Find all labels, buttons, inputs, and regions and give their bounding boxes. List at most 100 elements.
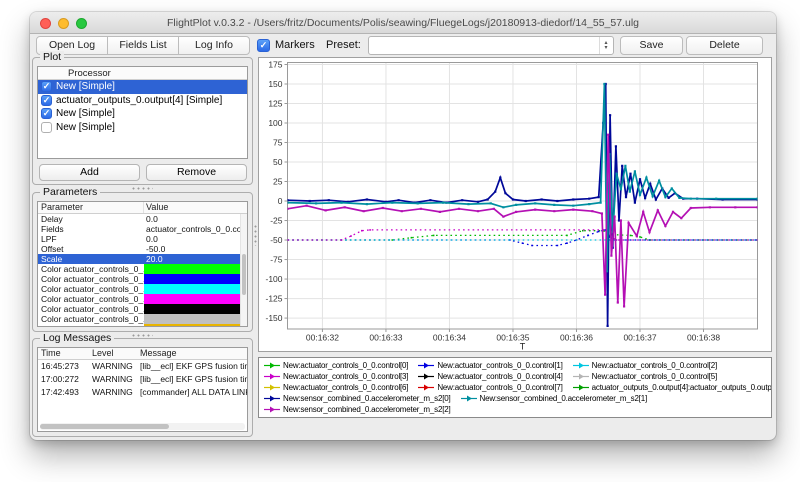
svg-text:-75: -75 <box>270 254 283 264</box>
message-column-header[interactable]: Message <box>140 348 247 359</box>
parameters-table: Parameter Value Delay0.0Fieldsactuator_c… <box>37 201 248 327</box>
parameter-name: Color actuator_controls_0_... <box>38 264 144 274</box>
log-table-header[interactable]: Time Level Message <box>38 348 247 360</box>
plot-list-column-header[interactable]: Processor <box>38 67 247 80</box>
parameters-table-header[interactable]: Parameter Value <box>38 202 247 214</box>
legend-entry-label: New:actuator_controls_0_0.control[5] <box>592 372 717 381</box>
parameter-row[interactable]: Color actuator_controls_0_... <box>38 304 247 314</box>
chart-plot[interactable]: 1751501251007550250-25-50-75-100-125-150… <box>259 58 771 351</box>
svg-text:00:16:33: 00:16:33 <box>369 333 402 343</box>
legend-marker-icon <box>264 383 280 392</box>
parameter-value: actuator_controls_0_0.con... <box>144 224 247 234</box>
preset-combobox[interactable]: ▴ ▾ <box>368 36 614 55</box>
plot-item-checkbox[interactable]: ✓ <box>41 108 52 119</box>
plot-item-label: New [Simple] <box>56 122 115 133</box>
log-info-button[interactable]: Log Info <box>178 36 250 55</box>
legend-marker-icon <box>573 361 589 370</box>
close-button[interactable] <box>40 18 51 29</box>
log-message-row[interactable]: 17:00:272WARNING[lib__ecl] EKF GPS fusio… <box>38 373 247 386</box>
parameter-row[interactable]: Offset-50.0 <box>38 244 247 254</box>
log-time: 17:42:493 <box>38 386 92 399</box>
svg-text:125: 125 <box>268 98 282 108</box>
level-column-header[interactable]: Level <box>92 348 140 359</box>
save-preset-button[interactable]: Save Preset <box>620 36 683 55</box>
scrollbar-thumb[interactable] <box>40 424 169 429</box>
legend-entry[interactable]: New:actuator_controls_0_0.control[4] <box>418 372 562 381</box>
plot-list-item[interactable]: ✓actuator_outputs_0.output[4] [Simple] <box>38 94 247 108</box>
parameters-scrollbar[interactable] <box>240 214 247 326</box>
legend-entry[interactable]: New:sensor_combined_0.accelerometer_m_s2… <box>264 405 451 414</box>
value-column-header[interactable]: Value <box>144 202 168 213</box>
chart-canvas[interactable]: 1751501251007550250-25-50-75-100-125-150… <box>258 57 772 352</box>
legend-entry[interactable]: New:actuator_controls_0_0.control[3] <box>264 372 408 381</box>
parameter-row[interactable]: Delay0.0 <box>38 214 247 224</box>
svg-text:00:16:37: 00:16:37 <box>623 333 656 343</box>
parameters-panel: Parameters Parameter Value Delay0.0Field… <box>32 192 253 332</box>
legend-marker-icon <box>264 405 280 414</box>
parameter-row[interactable]: Color actuator_controls_0_... <box>38 264 247 274</box>
parameter-column-header[interactable]: Parameter <box>38 202 144 213</box>
parameter-row[interactable]: LPF0.0 <box>38 234 247 244</box>
splitter-handle[interactable] <box>254 224 257 246</box>
legend-entry[interactable]: New:sensor_combined_0.accelerometer_m_s2… <box>264 394 451 403</box>
parameter-row[interactable]: Scale20.0 <box>38 254 247 264</box>
parameter-name: LPF <box>38 234 144 244</box>
legend-entry[interactable]: New:actuator_controls_0_0.control[5] <box>573 372 717 381</box>
log-message-row[interactable]: 16:45:273WARNING[lib__ecl] EKF GPS fusio… <box>38 360 247 373</box>
parameter-name: Color actuator_controls_0_... <box>38 274 144 284</box>
svg-text:50: 50 <box>273 157 283 167</box>
parameter-name: Color actuator_controls_0_... <box>38 314 144 324</box>
svg-text:-50: -50 <box>270 235 283 245</box>
plot-list-item[interactable]: ✓New [Simple] <box>38 107 247 121</box>
fields-list-button[interactable]: Fields List <box>107 36 179 55</box>
time-column-header[interactable]: Time <box>38 348 92 359</box>
parameter-row[interactable]: Color actuator_controls_0_... <box>38 294 247 304</box>
color-swatch <box>144 324 247 327</box>
parameter-name: Scale <box>38 254 144 264</box>
splitter-handle[interactable] <box>131 334 153 337</box>
markers-label: Markers <box>275 39 315 51</box>
legend-entry-label: New:sensor_combined_0.accelerometer_m_s2… <box>480 394 648 403</box>
log-horizontal-scrollbar[interactable] <box>40 423 245 430</box>
splitter-handle[interactable] <box>131 187 153 190</box>
legend-entry[interactable]: actuator_outputs_0.output[4]:actuator_ou… <box>573 383 772 392</box>
svg-text:00:16:36: 00:16:36 <box>560 333 593 343</box>
markers-checkbox[interactable]: ✓ <box>257 39 270 52</box>
scrollbar-thumb[interactable] <box>242 254 246 294</box>
legend-entry[interactable]: New:actuator_controls_0_0.control[6] <box>264 383 408 392</box>
plot-list-item[interactable]: New [Simple] <box>38 121 247 135</box>
legend-entry[interactable]: New:actuator_controls_0_0.control[2] <box>573 361 717 370</box>
parameter-row[interactable]: Color actuator_controls_0_... <box>38 274 247 284</box>
log-messages-panel: Log Messages Time Level Message 16:45:27… <box>32 338 253 437</box>
legend-entry[interactable]: New:actuator_controls_0_0.control[0] <box>264 361 408 370</box>
parameter-row[interactable]: Color actuator_controls_0_... <box>38 314 247 324</box>
svg-text:100: 100 <box>268 118 282 128</box>
parameter-name: Color actuator_controls_0_... <box>38 324 144 327</box>
remove-button[interactable]: Remove <box>146 164 247 181</box>
plot-item-checkbox[interactable]: ✓ <box>41 95 52 106</box>
svg-text:0: 0 <box>278 196 283 206</box>
plot-item-checkbox[interactable] <box>41 122 52 133</box>
log-message-row[interactable]: 17:42:493WARNING[commander] ALL DATA LIN… <box>38 386 247 399</box>
minimize-button[interactable] <box>58 18 69 29</box>
parameter-value: -50.0 <box>144 244 247 254</box>
checkmark-icon: ✓ <box>43 82 51 91</box>
parameter-row[interactable]: Color actuator_controls_0_... <box>38 284 247 294</box>
zoom-button[interactable] <box>76 18 87 29</box>
legend-entry[interactable]: New:actuator_controls_0_0.control[7] <box>418 383 562 392</box>
parameters-panel-title: Parameters <box>40 186 100 198</box>
plot-item-checkbox[interactable]: ✓ <box>41 81 52 92</box>
legend-entry[interactable]: New:actuator_controls_0_0.control[1] <box>418 361 562 370</box>
add-button[interactable]: Add <box>39 164 140 181</box>
delete-preset-button[interactable]: Delete Preset <box>686 36 763 55</box>
legend-entry[interactable]: New:sensor_combined_0.accelerometer_m_s2… <box>461 394 648 403</box>
color-swatch <box>144 314 247 324</box>
title-bar[interactable]: FlightPlot v.0.3.2 - /Users/fritz/Docume… <box>30 12 776 34</box>
plot-list-item[interactable]: ✓New [Simple] <box>38 80 247 94</box>
parameter-value: 0.0 <box>144 214 247 224</box>
parameter-name: Color actuator_controls_0_... <box>38 284 144 294</box>
parameter-row[interactable]: Fieldsactuator_controls_0_0.con... <box>38 224 247 234</box>
preset-stepper[interactable]: ▴ ▾ <box>599 37 612 54</box>
legend-entry-label: New:actuator_controls_0_0.control[1] <box>437 361 562 370</box>
parameter-row[interactable]: Color actuator_controls_0_... <box>38 324 247 327</box>
